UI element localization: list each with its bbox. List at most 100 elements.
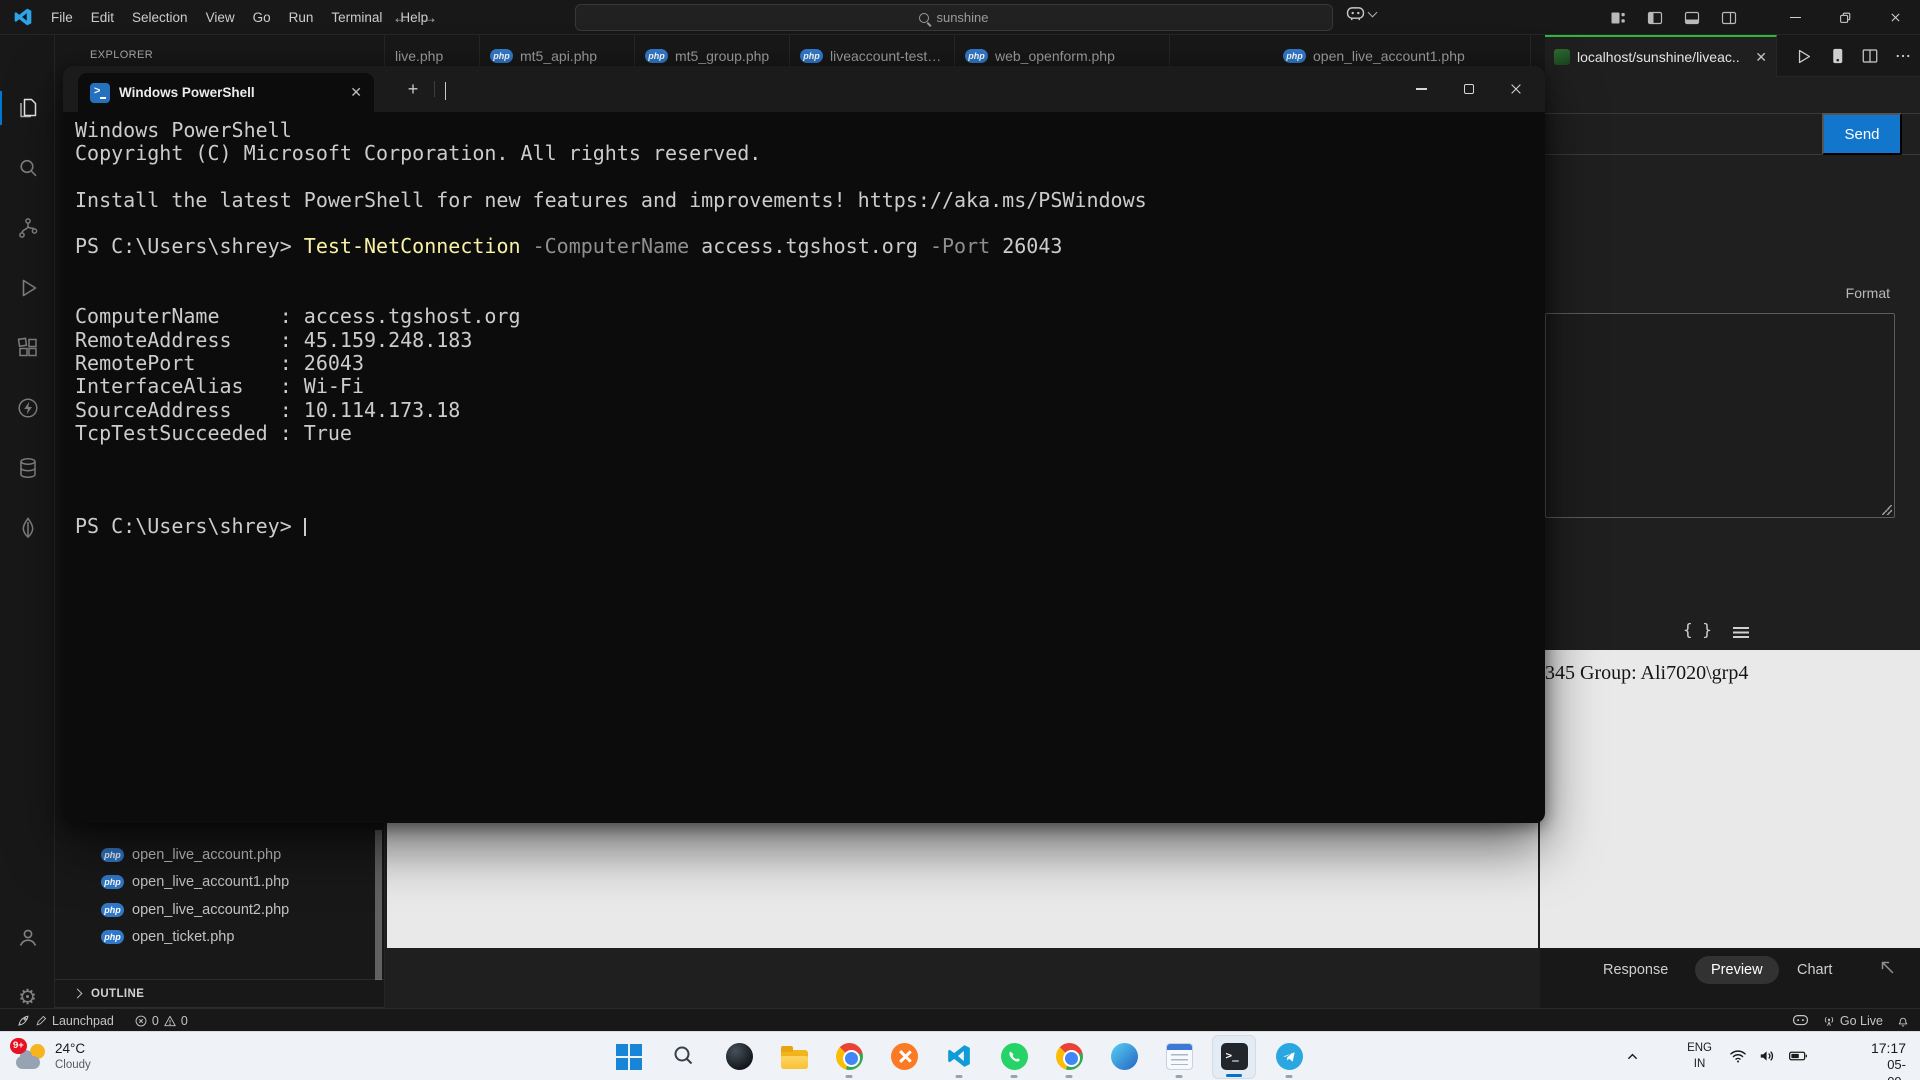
sidebar-item-extensions[interactable] [0,324,55,372]
terminal-line: Install the latest PowerShell for new fe… [75,189,1545,212]
file-item[interactable]: phpopen_live_account1.php [55,869,385,897]
taskbar-app-whatsapp[interactable] [992,1035,1036,1079]
taskbar-app-chrome-alt[interactable] [1047,1035,1091,1079]
close-button[interactable] [1870,0,1920,35]
pencil-icon [35,1014,48,1027]
php-file-icon: php [101,930,124,944]
terminal-line: RemoteAddress : 45.159.248.183 [75,329,1545,352]
restore-button[interactable] [1820,0,1870,35]
expand-icon[interactable] [1878,958,1898,978]
menu-edit[interactable]: Edit [82,0,123,35]
menu-icon[interactable] [1733,627,1749,638]
search-input[interactable]: sunshine [575,4,1333,31]
tab-dropdown-button[interactable] [445,82,446,100]
menu-terminal[interactable]: Terminal [322,0,391,35]
bell-icon[interactable] [1896,1014,1910,1028]
php-file-icon: php [645,49,668,63]
minimize-button[interactable] [1398,66,1445,112]
format-label[interactable]: Format [1846,285,1890,301]
sidebar-item-mongodb[interactable] [0,504,55,552]
terminal-output[interactable]: Windows PowerShellCopyright (C) Microsof… [75,112,1545,823]
sidebar-item-explorer[interactable] [0,84,55,132]
sidebar-item-database[interactable] [0,444,55,492]
open-preview-icon[interactable] [1828,47,1846,65]
editor-actions [1794,35,1912,77]
new-tab-button[interactable]: + [400,76,426,102]
taskbar-app-terminal[interactable] [1212,1035,1256,1079]
wifi-icon[interactable] [1728,1046,1748,1066]
errors-count: 0 [152,1014,159,1028]
customize-layout-icon[interactable] [1610,10,1626,26]
problems-item[interactable]: 0 0 [134,1014,188,1028]
volume-icon[interactable] [1757,1046,1777,1066]
menu-view[interactable]: View [197,0,244,35]
menu-run[interactable]: Run [280,0,323,35]
powershell-window[interactable]: Windows PowerShell ✕ + Windows PowerShel… [63,66,1545,823]
tab-response[interactable]: Response [1603,962,1668,978]
request-body-textarea[interactable] [1545,313,1895,518]
split-editor-icon[interactable] [1861,47,1879,65]
taskbar-app-vscode[interactable] [937,1035,981,1079]
temperature: 24°C [55,1041,91,1058]
sidebar-item-thunder-client[interactable] [0,384,55,432]
go-live-item[interactable]: Go Live [1822,1014,1883,1028]
copilot-menu[interactable] [1346,6,1376,21]
terminal-line: Windows PowerShell [75,119,1545,142]
menu-file[interactable]: File [42,0,82,35]
copilot-status-icon[interactable] [1792,1014,1809,1027]
terminal-titlebar[interactable]: Windows PowerShell ✕ + [63,66,1545,112]
taskbar-app-search[interactable] [662,1035,706,1079]
tab-preview[interactable]: Preview [1695,956,1779,984]
send-button[interactable]: Send [1822,113,1902,155]
activity-bar: ⚙ [0,35,55,1008]
taskbar-app-telegram[interactable] [1267,1035,1311,1079]
launchpad-item[interactable]: Launchpad [16,1013,114,1028]
taskbar-app-start[interactable] [607,1035,651,1079]
maximize-button[interactable] [1445,66,1492,112]
toggle-sidebar-icon[interactable] [1647,10,1663,26]
menu-go[interactable]: Go [244,0,280,35]
section-outline[interactable]: OUTLINE [55,979,385,1007]
taskbar-apps [607,1035,1311,1079]
sidebar-scrollbar[interactable] [375,830,382,980]
file-item[interactable]: phpopen_ticket.php [55,924,385,952]
menu-selection[interactable]: Selection [123,0,197,35]
clock[interactable]: 17:17 05-09-2025 [1871,1039,1906,1080]
language-indicator[interactable]: ENG IN [1687,1041,1712,1072]
taskbar-app-edge[interactable] [717,1035,761,1079]
sidebar-item-account[interactable] [0,913,55,961]
close-icon[interactable]: ✕ [1755,49,1767,66]
taskbar-app-notepad[interactable] [1157,1035,1201,1079]
resize-handle[interactable] [1882,505,1892,515]
terminal-tab[interactable]: Windows PowerShell ✕ [78,73,374,112]
sidebar-item-source-control[interactable] [0,204,55,252]
close-icon[interactable]: ✕ [350,84,362,101]
back-arrow-icon[interactable]: ← [392,8,409,28]
more-actions-icon[interactable] [1894,47,1912,65]
taskbar-app-phone-link[interactable] [1102,1035,1146,1079]
close-button[interactable] [1492,66,1539,112]
xampp-icon [891,1043,918,1070]
toggle-secondary-sidebar-icon[interactable] [1721,10,1737,26]
battery-icon[interactable] [1786,1046,1810,1066]
weather-widget[interactable]: 9+ 24°C Cloudy [16,1032,91,1080]
run-icon[interactable] [1794,47,1813,66]
hidden-icons-chevron-icon[interactable] [1625,1049,1640,1064]
minimize-button[interactable] [1770,0,1820,35]
sidebar-item-run-debug[interactable] [0,264,55,312]
tab-localhost-preview[interactable]: localhost/sunshine/liveac.. ✕ [1545,35,1777,77]
phone-link-icon [1111,1043,1138,1070]
file-item[interactable]: phpopen_live_account2.php [55,896,385,924]
tab-chart[interactable]: Chart [1797,962,1832,978]
forward-arrow-icon[interactable]: → [421,8,438,28]
toggle-panel-icon[interactable] [1684,10,1700,26]
file-item[interactable]: phpopen_live_account.php [55,841,385,869]
taskbar-app-file-explorer[interactable] [772,1035,816,1079]
menu-bar: FileEditSelectionViewGoRunTerminalHelp [42,0,437,35]
taskbar-app-xampp[interactable] [882,1035,926,1079]
taskbar-app-chrome[interactable] [827,1035,871,1079]
sidebar-item-search[interactable] [0,144,55,192]
tab-label: mt5_api.php [520,48,624,64]
go-live-label: Go Live [1840,1014,1883,1028]
json-braces-icon[interactable]: { } [1683,620,1712,639]
